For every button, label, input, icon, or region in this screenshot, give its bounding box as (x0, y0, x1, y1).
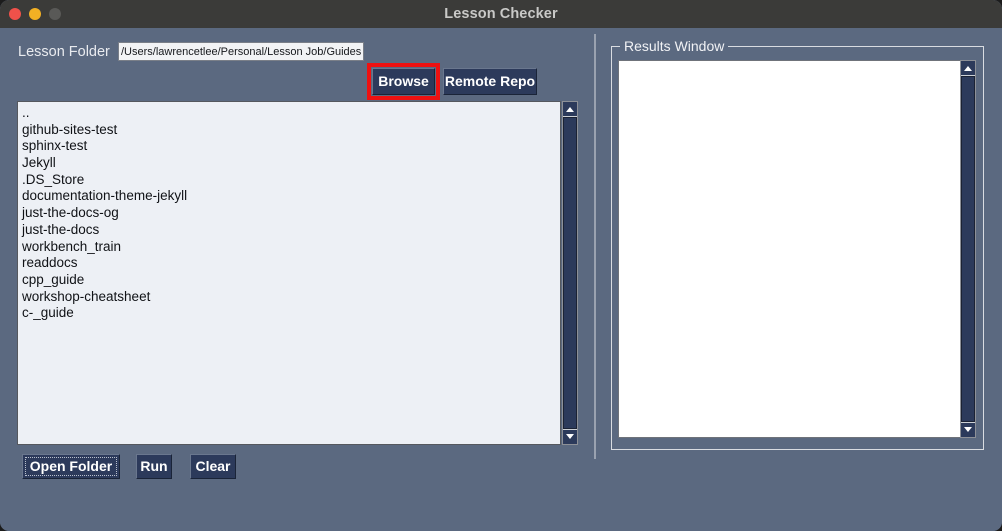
file-list-box[interactable]: .. github-sites-test sphinx-test Jekyll .DS_… (17, 101, 561, 445)
lesson-folder-path-input[interactable] (118, 42, 364, 61)
triangle-down-icon[interactable] (563, 430, 577, 444)
list-item[interactable]: github-sites-test (22, 122, 560, 139)
list-item[interactable]: workshop-cheatsheet (22, 289, 560, 306)
lesson-folder-label: Lesson Folder (18, 44, 110, 60)
list-item[interactable]: just-the-docs-og (22, 205, 560, 222)
application-window: Lesson Checker Lesson Folder Browse Remo… (0, 0, 1002, 531)
results-text-area[interactable] (618, 60, 962, 438)
browse-button[interactable]: Browse (372, 68, 435, 95)
results-scrollbar-thumb[interactable] (961, 76, 975, 422)
triangle-up-icon[interactable] (563, 102, 577, 116)
list-item[interactable]: workbench_train (22, 239, 560, 256)
list-item[interactable]: .. (22, 105, 560, 122)
triangle-up-icon[interactable] (961, 61, 975, 75)
list-item[interactable]: sphinx-test (22, 138, 560, 155)
title-bar: Lesson Checker (0, 0, 1002, 28)
list-item[interactable]: Jekyll (22, 155, 560, 172)
remote-repo-button[interactable]: Remote Repo (443, 68, 537, 95)
file-list-items: .. github-sites-test sphinx-test Jekyll .DS_… (18, 102, 560, 444)
list-item[interactable]: documentation-theme-jekyll (22, 188, 560, 205)
run-button[interactable]: Run (136, 454, 172, 479)
results-window-label: Results Window (620, 38, 729, 54)
panel-separator (594, 34, 596, 459)
list-item[interactable]: readdocs (22, 255, 560, 272)
list-item[interactable]: .DS_Store (22, 172, 560, 189)
clear-button[interactable]: Clear (190, 454, 236, 479)
triangle-down-icon[interactable] (961, 423, 975, 437)
file-list-scrollbar-thumb[interactable] (563, 117, 577, 429)
file-list-scrollbar[interactable] (562, 101, 578, 445)
list-item[interactable]: c-_guide (22, 305, 560, 322)
results-scrollbar[interactable] (960, 60, 976, 438)
window-title: Lesson Checker (444, 6, 558, 22)
list-item[interactable]: cpp_guide (22, 272, 560, 289)
main-content: Lesson Folder Browse Remote Repo ..githu… (0, 28, 1002, 531)
list-item[interactable]: just-the-docs (22, 222, 560, 239)
open-folder-button[interactable]: Open Folder (22, 454, 120, 479)
